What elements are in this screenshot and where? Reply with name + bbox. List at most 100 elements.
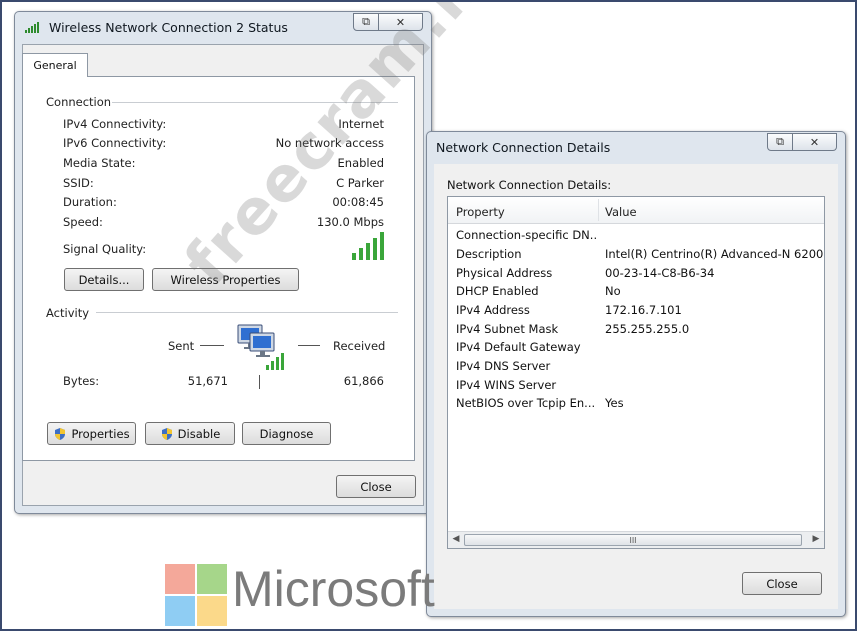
signal-quality-bars-icon [352,232,384,260]
microsoft-wordmark: Microsoft [232,561,435,617]
scroll-left-arrow-icon[interactable]: ◀ [449,534,463,546]
list-item[interactable]: Description Intel(R) Centrino(R) Advance… [448,245,824,264]
microsoft-logo-icon [165,564,227,626]
uac-shield-icon [161,427,172,440]
list-item[interactable]: DHCP Enabled No [448,282,824,301]
properties-button-label: Properties [71,426,130,441]
list-item-property: IPv4 Default Gateway [456,340,581,354]
list-item[interactable]: Physical Address 00-23-14-C8-B6-34 [448,264,824,283]
restore-icon: ⧉ [362,15,370,28]
diagnose-button[interactable]: Diagnose [242,422,331,445]
list-item-property: IPv4 WINS Server [456,378,557,392]
column-separator[interactable] [598,199,599,221]
restore-icon: ⧉ [776,135,784,148]
scroll-thumb[interactable]: III [464,534,802,546]
list-item-property: IPv4 Address [456,303,530,317]
list-item-value: 255.255.255.0 [605,322,690,336]
details-window-title: Network Connection Details [436,139,611,155]
uac-shield-icon [55,427,66,440]
status-close-button-label: Close [360,479,392,494]
list-item-property: IPv4 DNS Server [456,359,551,373]
list-item-property: DHCP Enabled [456,284,539,298]
horizontal-scrollbar[interactable]: ◀ III ▶ [448,531,824,548]
ipv4-connectivity-label: IPv4 Connectivity: [63,117,167,131]
sent-line [200,345,224,346]
list-item-property: IPv4 Subnet Mask [456,322,559,336]
scroll-grip-icon: III [629,535,637,545]
list-item[interactable]: IPv4 Address 172.16.7.101 [448,301,824,320]
list-item[interactable]: IPv4 DNS Server [448,357,824,376]
bytes-received-value: 61,866 [343,374,384,388]
restore-button[interactable]: ⧉ [767,133,793,151]
ssid-value: C Parker [336,176,384,190]
bytes-sent-value: 51,671 [187,374,228,388]
list-item-value: Intel(R) Centrino(R) Advanced-N 6200 AG [605,247,825,261]
list-item-value: No [605,284,621,298]
list-item[interactable]: IPv4 Subnet Mask 255.255.255.0 [448,320,824,339]
network-computers-icon [237,324,284,370]
restore-button[interactable]: ⧉ [353,13,379,31]
wireless-properties-button[interactable]: Wireless Properties [152,268,299,291]
tab-general[interactable]: General [22,53,88,77]
activity-group-label: Activity [46,306,90,320]
details-list-label: Network Connection Details: [447,178,612,192]
ipv4-connectivity-value: Internet [338,117,384,131]
status-titlebar[interactable]: Wireless Network Connection 2 Status ⧉ ✕ [15,12,431,42]
title-close-button[interactable]: ✕ [379,13,423,31]
list-item-property: Physical Address [456,266,553,280]
status-window-title: Wireless Network Connection 2 Status [49,19,288,35]
list-item[interactable]: NetBIOS over Tcpip En... Yes [448,394,824,413]
sent-label: Sent [168,339,195,353]
logo-blue-square [165,596,195,626]
list-item[interactable]: IPv4 Default Gateway [448,338,824,357]
details-button[interactable]: Details... [64,268,144,291]
received-label: Received [333,339,386,353]
speed-label: Speed: [63,215,103,229]
list-item[interactable]: Connection-specific DN... [448,226,824,245]
close-icon: ✕ [809,135,820,149]
details-titlebar[interactable]: Network Connection Details ⧉ ✕ [427,132,845,162]
properties-button[interactable]: Properties [47,422,136,445]
details-button-label: Details... [78,272,130,287]
ipv6-connectivity-value: No network access [275,136,384,150]
wireless-properties-button-label: Wireless Properties [170,272,281,287]
scroll-right-arrow-icon[interactable]: ▶ [809,534,823,546]
close-icon: ✕ [395,15,406,29]
disable-button-label: Disable [177,426,221,441]
media-state-value: Enabled [337,156,384,170]
bytes-divider [259,375,260,389]
details-close-button[interactable]: Close [742,572,822,595]
list-item-property: Connection-specific DN... [456,228,596,242]
received-line [298,345,320,346]
details-title-buttons: ⧉ ✕ [767,133,837,151]
details-listview[interactable]: Property Value Connection-specific DN...… [447,196,825,549]
logo-green-square [197,564,227,594]
ipv6-connectivity-label: IPv6 Connectivity: [63,136,167,150]
bytes-label: Bytes: [63,374,100,388]
logo-yellow-square [197,596,227,626]
status-title-buttons: ⧉ ✕ [353,13,423,31]
media-state-label: Media State: [63,156,136,170]
connection-group-line [112,102,398,103]
duration-label: Duration: [63,195,117,209]
list-item-value: 00-23-14-C8-B6-34 [605,266,715,280]
activity-group-line [96,312,398,313]
connection-group-label: Connection [46,95,112,109]
list-item[interactable]: IPv4 WINS Server [448,376,824,395]
list-item-property: Description [456,247,522,261]
list-item-value: Yes [605,396,624,410]
title-close-button[interactable]: ✕ [793,133,837,151]
listview-header: Property Value [448,197,824,224]
signal-quality-label: Signal Quality: [63,242,147,256]
disable-button[interactable]: Disable [145,422,235,445]
diagnose-button-label: Diagnose [259,426,314,441]
wireless-signal-icon [25,22,39,33]
column-header-property[interactable]: Property [456,205,505,219]
list-item-value: 172.16.7.101 [605,303,682,317]
duration-value: 00:08:45 [332,195,384,209]
details-close-button-label: Close [766,576,798,591]
column-header-value[interactable]: Value [605,205,637,219]
tab-general-label: General [33,59,77,72]
status-close-button[interactable]: Close [336,475,416,498]
list-item-property: NetBIOS over Tcpip En... [456,396,596,410]
